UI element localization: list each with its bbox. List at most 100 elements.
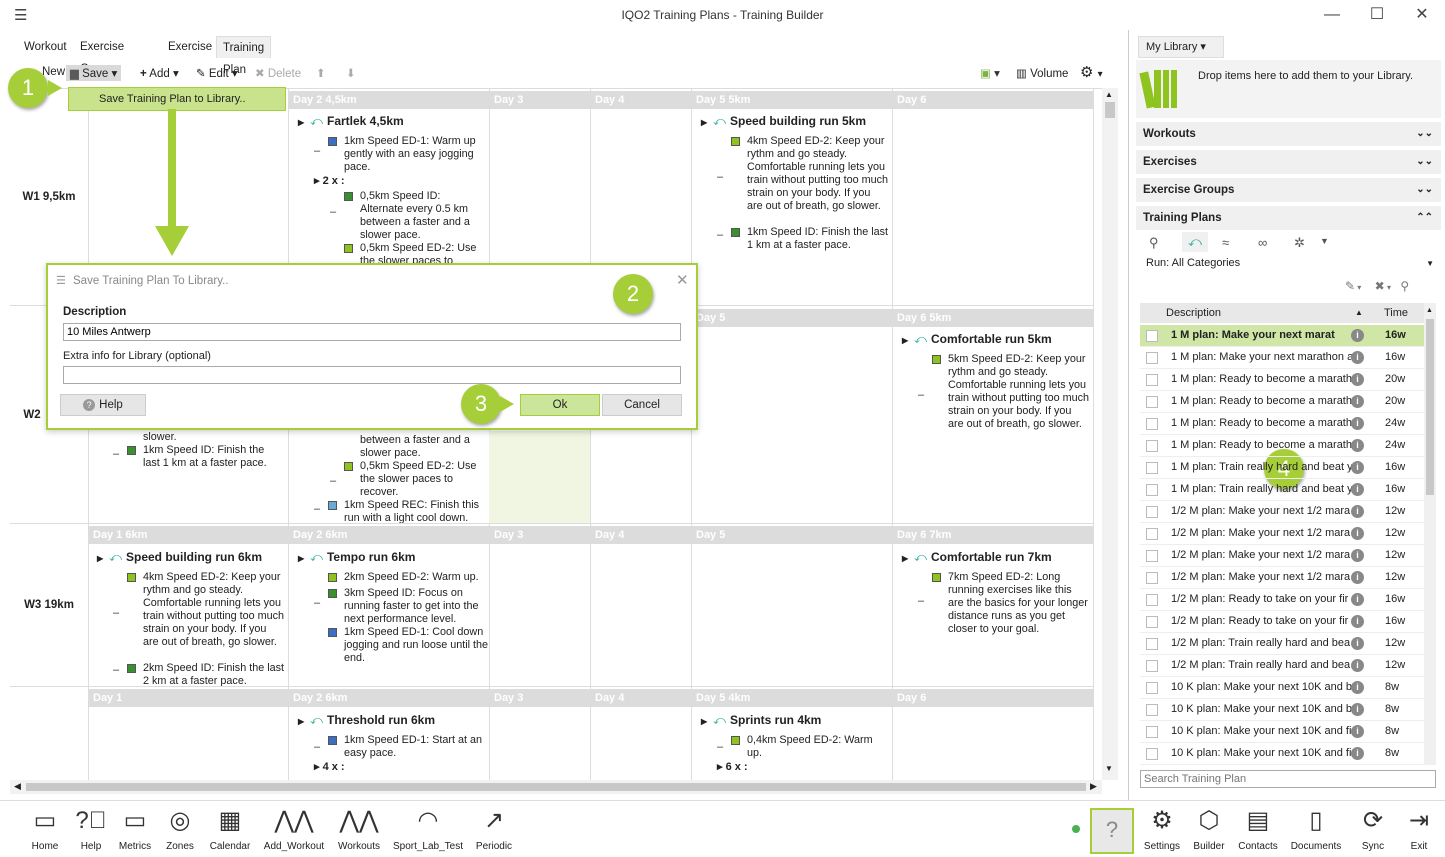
documents-button[interactable]: ▯ Documents xyxy=(1288,807,1344,852)
sport-lab-test-button[interactable]: ◠ Sport_Lab_Test xyxy=(390,807,466,852)
expand-icon[interactable]: ▶ xyxy=(298,118,304,127)
save-button[interactable]: ▆ Save ▾ xyxy=(66,65,122,81)
library-drop-zone[interactable]: Drop items here to add them to your Libr… xyxy=(1136,60,1441,118)
library-row[interactable]: 1 M plan: Ready to become a marath i 24w xyxy=(1140,435,1424,457)
info-icon[interactable]: i xyxy=(1351,659,1364,672)
tab-workout[interactable]: Workout xyxy=(18,36,73,58)
row-icon[interactable]: ∞ xyxy=(1258,235,1267,250)
search-icon[interactable]: ⚲ xyxy=(1400,279,1409,293)
new-button[interactable]: New xyxy=(42,66,65,78)
info-icon[interactable]: i xyxy=(1351,483,1364,496)
delete-button[interactable]: ✖ Delete xyxy=(255,66,301,80)
help-button[interactable]: ? Help xyxy=(60,394,146,416)
workout-title[interactable]: ▶ ⤺ Tempo run 6km xyxy=(298,550,415,565)
sport-dropdown-icon[interactable]: ▼ xyxy=(1320,236,1329,246)
library-row[interactable]: 1 M plan: Ready to become a marath i 20w xyxy=(1140,391,1424,413)
help-nav-button[interactable]: ?⃝ Help xyxy=(74,807,108,852)
sync-button[interactable]: ⟳ Sync xyxy=(1355,807,1391,852)
section-training-plans[interactable]: Training Plans ⌃⌃ xyxy=(1136,206,1441,230)
panel-splitter[interactable] xyxy=(1128,30,1129,800)
periodic-button[interactable]: ↗ Periodic xyxy=(472,807,516,852)
scroll-thumb[interactable] xyxy=(26,783,1086,791)
row-checkbox[interactable] xyxy=(1146,418,1158,430)
maximize-button[interactable]: ☐ xyxy=(1362,4,1392,26)
edit-button[interactable]: ✎ Edit ▾ xyxy=(196,66,238,80)
row-checkbox[interactable] xyxy=(1146,352,1158,364)
expand-icon[interactable]: ▶ xyxy=(97,554,103,563)
scroll-down-icon[interactable]: ▼ xyxy=(1105,764,1113,773)
info-icon[interactable]: i xyxy=(1351,395,1364,408)
library-row[interactable]: 1 M plan: Make your next marat i 16w xyxy=(1140,325,1424,347)
info-icon[interactable]: i xyxy=(1351,747,1364,760)
workouts-button[interactable]: ⋀⋀ Workouts xyxy=(334,807,384,852)
library-row[interactable]: 1/2 M plan: Make your next 1/2 mara i 12w xyxy=(1140,523,1424,545)
info-icon[interactable]: i xyxy=(1351,461,1364,474)
column-time[interactable]: Time xyxy=(1384,303,1408,323)
info-icon[interactable]: i xyxy=(1351,571,1364,584)
tab-training-plan[interactable]: Training Plan xyxy=(216,36,272,76)
library-row[interactable]: 10 K plan: Make your next 10K and fi i 8w xyxy=(1140,721,1424,743)
expand-icon[interactable]: ▶ xyxy=(298,554,304,563)
expand-icon[interactable]: ▶ xyxy=(902,336,908,345)
edit-list-icon[interactable]: ✎ xyxy=(1345,279,1355,293)
workout-title[interactable]: ▶ ⤺ Comfortable run 5km xyxy=(902,332,1052,347)
add-workout-button[interactable]: ⋀⋀ Add_Workout xyxy=(260,807,328,852)
scroll-up-icon[interactable]: ▲ xyxy=(1426,307,1433,314)
grid-horizontal-scrollbar[interactable]: ◀ ▶ xyxy=(10,780,1102,794)
row-checkbox[interactable] xyxy=(1146,440,1158,452)
display-icon[interactable]: ▣ ▾ xyxy=(980,66,1000,80)
row-checkbox[interactable] xyxy=(1146,616,1158,628)
workout-title[interactable]: ▶ ⤺ Comfortable run 7km xyxy=(902,550,1052,565)
info-icon[interactable]: i xyxy=(1351,373,1364,386)
metrics-button[interactable]: ▭ Metrics xyxy=(113,807,157,852)
section-exercise-groups[interactable]: Exercise Groups ⌄⌄ xyxy=(1136,178,1441,202)
library-row[interactable]: 10 K plan: Make your next 10K and fi i 8w xyxy=(1140,743,1424,765)
bike-icon[interactable]: ⚲ xyxy=(1149,235,1159,251)
library-row[interactable]: 1/2 M plan: Make your next 1/2 mara i 12w xyxy=(1140,567,1424,589)
library-row[interactable]: 1/2 M plan: Train really hard and bea i 12… xyxy=(1140,655,1424,677)
expand-icon[interactable]: ▶ xyxy=(902,554,908,563)
workout-title[interactable]: ▶ ⤺ Threshold run 6km xyxy=(298,713,435,728)
ok-button[interactable]: Ok xyxy=(520,394,600,416)
tab-exercise[interactable]: Exercise xyxy=(162,36,218,58)
info-icon[interactable]: i xyxy=(1351,351,1364,364)
volume-button[interactable]: ▥ Volume xyxy=(1016,66,1068,80)
home-button[interactable]: ▭ Home xyxy=(26,807,64,852)
expand-icon[interactable]: ▶ xyxy=(701,118,707,127)
row-checkbox[interactable] xyxy=(1146,506,1158,518)
library-dropdown[interactable]: My Library ▾ xyxy=(1138,36,1224,58)
row-checkbox[interactable] xyxy=(1146,330,1158,342)
library-row[interactable]: 10 K plan: Make your next 10K and b i 8w xyxy=(1140,677,1424,699)
search-training-plan-input[interactable] xyxy=(1140,770,1436,788)
swim-icon[interactable]: ≈ xyxy=(1222,235,1229,250)
row-checkbox[interactable] xyxy=(1146,396,1158,408)
move-down-icon[interactable]: ⬇ xyxy=(346,66,356,80)
info-icon[interactable]: i xyxy=(1351,439,1364,452)
scroll-thumb[interactable] xyxy=(1105,102,1115,118)
settings-button[interactable]: ⚙ Settings xyxy=(1142,807,1182,852)
row-checkbox[interactable] xyxy=(1146,594,1158,606)
row-checkbox[interactable] xyxy=(1146,748,1158,760)
library-row[interactable]: 1 M plan: Ready to become a marath i 20w xyxy=(1140,369,1424,391)
save-plan-to-library-item[interactable]: Save Training Plan to Library.. xyxy=(99,93,246,105)
row-checkbox[interactable] xyxy=(1146,638,1158,650)
move-up-icon[interactable]: ⬆ xyxy=(316,66,326,80)
row-checkbox[interactable] xyxy=(1146,484,1158,496)
scroll-left-icon[interactable]: ◀ xyxy=(14,781,21,792)
library-row[interactable]: 1/2 M plan: Make your next 1/2 mara i 12w xyxy=(1140,501,1424,523)
support-button[interactable]: ? xyxy=(1090,808,1134,854)
column-description[interactable]: Description xyxy=(1166,303,1221,323)
scroll-right-icon[interactable]: ▶ xyxy=(1090,781,1097,792)
extra-info-input[interactable] xyxy=(63,366,681,384)
row-checkbox[interactable] xyxy=(1146,726,1158,738)
category-select[interactable]: Run: All Categories ▼ xyxy=(1140,257,1436,273)
workout-title[interactable]: ▶ ⤺ Speed building run 6km xyxy=(97,550,262,565)
row-checkbox[interactable] xyxy=(1146,572,1158,584)
library-row[interactable]: 1/2 M plan: Ready to take on your fir i 16… xyxy=(1140,589,1424,611)
zones-button[interactable]: ◎ Zones xyxy=(163,807,197,852)
row-checkbox[interactable] xyxy=(1146,528,1158,540)
info-icon[interactable]: i xyxy=(1351,505,1364,518)
row-checkbox[interactable] xyxy=(1146,682,1158,694)
library-row[interactable]: 1/2 M plan: Train really hard and bea i 12… xyxy=(1140,633,1424,655)
row-checkbox[interactable] xyxy=(1146,550,1158,562)
